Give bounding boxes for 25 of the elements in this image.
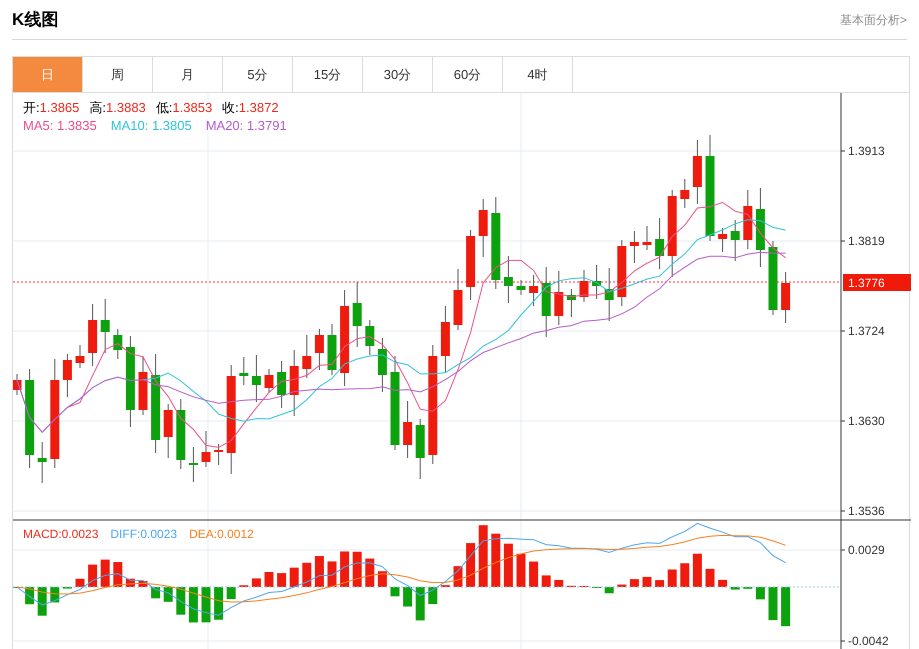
- macd-legend: MACD:0.0023: [23, 525, 98, 543]
- macd-legend: DIFF:0.0023: [110, 525, 178, 543]
- current-price-label: 1.3776: [848, 276, 885, 290]
- legend-label: 开:: [23, 99, 40, 117]
- macd-axis-label: -0.0042: [848, 634, 889, 648]
- moving-average-legend: MA5: 1.3835: [23, 117, 97, 135]
- moving-average-legend: MA10: 1.3805: [110, 117, 192, 135]
- price-axis-label: 1.3536: [848, 504, 885, 518]
- legend-value: 1.3883: [106, 99, 146, 117]
- macd-axis-label: 0.0029: [848, 543, 885, 557]
- price-axis-label: 1.3724: [848, 324, 885, 338]
- price-axis-label: 1.3630: [848, 414, 885, 428]
- legend-label: 低:: [156, 99, 172, 117]
- page-title: K线图: [12, 8, 58, 31]
- macd-legend: DEA:0.0012: [189, 525, 254, 543]
- moving-average-legend: MA20: 1.3791: [206, 117, 287, 135]
- legend-label: 高:: [89, 99, 106, 117]
- current-price-tag: [843, 274, 911, 291]
- legend-label: 收:: [222, 99, 239, 117]
- legend-value: 1.3872: [238, 99, 279, 117]
- legend-value: 1.3865: [40, 99, 80, 117]
- price-axis-label: 1.3913: [848, 144, 885, 158]
- fundamental-analysis-link[interactable]: 基本面分析>: [840, 10, 907, 28]
- legend-value: 1.3853: [172, 99, 212, 117]
- price-axis-label: 1.3819: [848, 234, 885, 248]
